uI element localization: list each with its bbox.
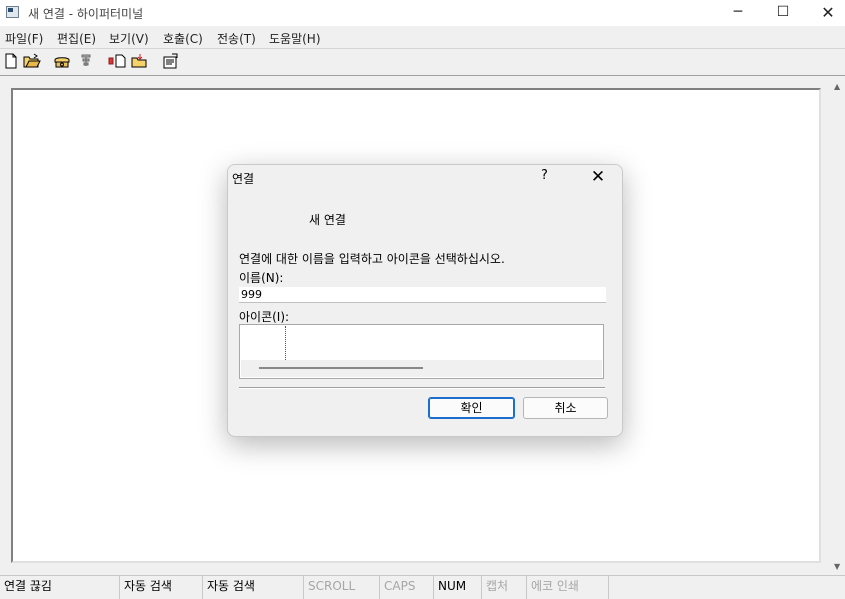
open-folder-icon[interactable] [23,53,41,71]
menu-view[interactable]: 보기(V) [109,30,149,47]
dialog-help-button[interactable]: ? [541,168,548,183]
status-echo-print: 에코 인쇄 [527,576,609,599]
icon-label: 아이콘(I): [239,310,290,324]
minimize-button[interactable]: ─ [715,0,761,26]
status-num: NUM [434,576,482,599]
status-caps: CAPS [380,576,434,599]
dialog-close-button[interactable]: ✕ [580,165,616,189]
title-bar: 새 연결 - 하이퍼터미널 ─ ☐ ✕ [0,0,845,26]
connection-dialog: 연결 ? ✕ 새 연결 연결에 대한 이름을 입력하고 아이콘을 선택하십시오.… [227,164,623,437]
icon-list-scroll-thumb[interactable] [259,367,423,369]
toolbar [0,48,845,76]
menu-help[interactable]: 도움말(H) [269,30,321,47]
icon-list-item[interactable] [241,326,286,360]
name-input[interactable] [239,287,606,303]
status-capture: 캡처 [482,576,527,599]
disconnect-icon[interactable] [78,53,96,71]
send-icon[interactable] [108,53,126,71]
menu-bar: 파일(F) 편집(E) 보기(V) 호출(C) 전송(T) 도움말(H) [0,27,845,47]
dialog-title: 연결 [232,172,255,186]
status-scroll: SCROLL [304,576,380,599]
dialog-title-bar: 연결 ? ✕ [228,165,622,191]
new-file-icon[interactable] [3,53,21,71]
menu-call[interactable]: 호출(C) [163,30,203,47]
cancel-button[interactable]: 취소 [523,397,608,419]
name-label: 이름(N): [239,271,284,285]
icon-list-scrollbar[interactable] [241,360,602,377]
vertical-scrollbar[interactable]: ▲ ▼ [832,78,845,575]
dialog-prompt: 연결에 대한 이름을 입력하고 아이콘을 선택하십시오. [239,252,505,266]
menu-file[interactable]: 파일(F) [5,30,43,47]
dialog-separator [239,387,605,389]
status-bar: 연결 끊김 자동 검색 자동 검색 SCROLL CAPS NUM 캡처 에코 … [0,575,845,599]
receive-icon[interactable] [131,53,149,71]
menu-transfer[interactable]: 전송(T) [217,30,256,47]
status-detect-2: 자동 검색 [203,576,304,599]
scroll-down-icon[interactable]: ▼ [834,562,840,571]
dialog-heading: 새 연결 [309,213,346,227]
window-title: 새 연결 - 하이퍼터미널 [28,7,144,21]
menu-edit[interactable]: 편집(E) [57,30,96,47]
status-connection: 연결 끊김 [0,576,120,599]
call-icon[interactable] [53,53,71,71]
ok-button[interactable]: 확인 [428,397,515,419]
scroll-up-icon[interactable]: ▲ [834,82,840,91]
hyperterminal-app-icon[interactable] [6,6,19,18]
maximize-button[interactable]: ☐ [760,0,806,26]
properties-icon[interactable] [162,53,180,71]
status-detect-1: 자동 검색 [120,576,203,599]
close-button[interactable]: ✕ [805,0,845,26]
icon-list[interactable] [239,324,604,379]
